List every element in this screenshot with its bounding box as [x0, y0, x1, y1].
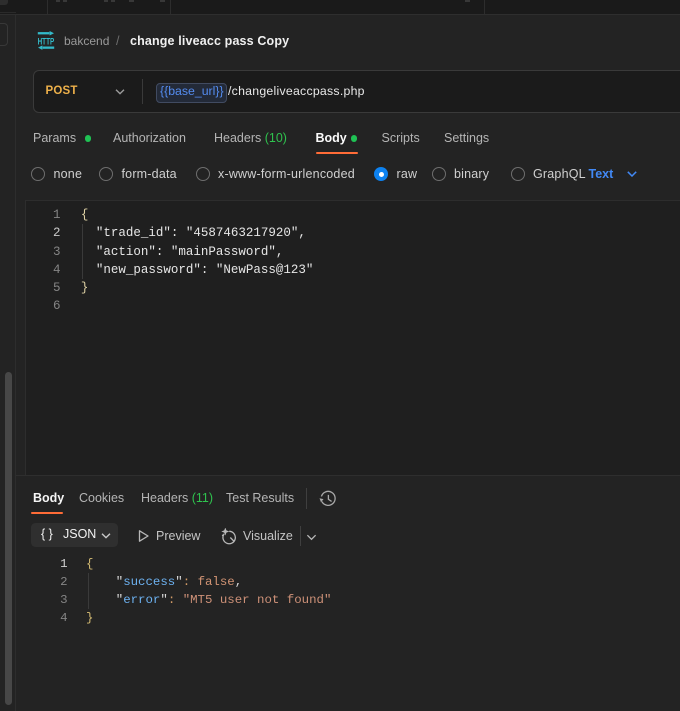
svg-text:HTTP: HTTP: [37, 36, 54, 46]
